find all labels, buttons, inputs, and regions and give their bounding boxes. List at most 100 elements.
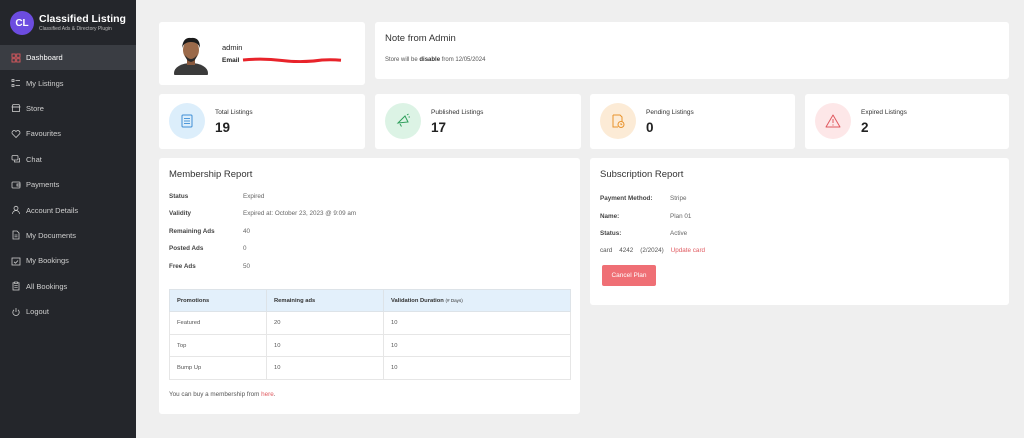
user-icon xyxy=(12,205,20,215)
dashboard-icon xyxy=(11,53,21,63)
megaphone-icon xyxy=(385,103,421,139)
table-cell: 10 xyxy=(266,356,384,381)
pending-clock-icon xyxy=(600,103,636,139)
chat-icon xyxy=(11,155,20,163)
detail-key: Free Ads xyxy=(169,263,196,270)
column-header-label: Validation Duration xyxy=(391,297,444,304)
subscription-key: Name: xyxy=(600,213,620,220)
heart-icon xyxy=(11,130,21,138)
note-text: Store will be disable from 12/05/2024 xyxy=(385,57,485,63)
stat-card-pending-listings[interactable]: Pending Listings 0 xyxy=(590,94,795,149)
stat-value: 2 xyxy=(861,120,869,135)
sidebar-item-label: Chat xyxy=(26,154,42,164)
stat-label: Pending Listings xyxy=(646,109,694,116)
stat-card-expired-listings[interactable]: Expired Listings 2 xyxy=(805,94,1009,149)
detail-key: Posted Ads xyxy=(169,245,204,252)
sidebar-item-payments[interactable]: Payments xyxy=(0,172,136,197)
clipboard-icon xyxy=(12,281,20,291)
list-icon xyxy=(11,79,20,87)
sidebar-item-label: My Documents xyxy=(26,230,77,240)
stat-value: 19 xyxy=(215,120,231,135)
redacted-email xyxy=(242,57,342,63)
table-cell: 10 xyxy=(383,356,571,381)
table-cell: Featured xyxy=(169,311,267,335)
profile-card: admin Email xyxy=(159,22,365,85)
stat-label: Expired Listings xyxy=(861,109,907,116)
table-cell: 10 xyxy=(266,333,384,358)
sidebar-item-logout[interactable]: Logout xyxy=(0,299,136,324)
calendar-check-icon xyxy=(11,257,21,266)
subscription-value: Plan 01 xyxy=(670,213,692,220)
stat-card-published-listings[interactable]: Published Listings 17 xyxy=(375,94,581,149)
table-cell: 10 xyxy=(383,311,571,335)
buy-membership-text: You can buy a membership from here. xyxy=(169,391,276,398)
detail-value: 50 xyxy=(243,263,251,270)
stat-card-total-listings[interactable]: Total Listings 19 xyxy=(159,94,365,149)
card-expiry: (2/2024) xyxy=(640,247,664,254)
subscription-value: Stripe xyxy=(670,195,687,202)
sidebar-item-dashboard[interactable]: Dashboard xyxy=(0,45,136,71)
buy-membership-link[interactable]: here xyxy=(261,391,274,398)
sidebar: CL Classified Listing Classified Ads & D… xyxy=(0,0,136,438)
card-label: card xyxy=(600,247,613,254)
stat-value: 17 xyxy=(431,120,447,135)
sidebar-item-label: Logout xyxy=(26,307,49,317)
sidebar-item-label: Store xyxy=(26,103,44,113)
cancel-plan-button[interactable]: Cancel Plan xyxy=(602,265,656,286)
sidebar-nav: Dashboard My Listings Store Favourites C… xyxy=(0,45,136,324)
profile-email-label: Email xyxy=(222,57,240,64)
sidebar-item-label: My Listings xyxy=(26,78,64,88)
avatar xyxy=(174,37,208,75)
note-title: Note from Admin xyxy=(385,33,456,44)
document-icon xyxy=(12,231,20,240)
detail-key: Status xyxy=(169,193,189,200)
stat-value: 0 xyxy=(646,120,654,135)
update-card-link[interactable]: Update card xyxy=(671,247,705,254)
brand-logo: CL xyxy=(10,11,34,35)
table-row: Top 10 10 xyxy=(169,333,571,358)
column-header-note: (# Days) xyxy=(445,297,463,303)
note-text-bold: disable xyxy=(419,57,441,63)
sidebar-item-label: Favourites xyxy=(26,129,62,139)
brand-title: Classified Listing xyxy=(39,13,126,26)
subscription-report-title: Subscription Report xyxy=(600,169,684,180)
warning-icon xyxy=(815,103,851,139)
sidebar-item-label: All Bookings xyxy=(26,281,68,291)
profile-name: admin xyxy=(222,43,243,52)
stat-label: Published Listings xyxy=(431,109,484,116)
column-header: Promotions xyxy=(169,289,267,312)
sidebar-item-chat[interactable]: Chat xyxy=(0,147,136,172)
membership-report-card: Membership Report Status Expired Validit… xyxy=(159,158,580,414)
brand[interactable]: CL Classified Listing Classified Ads & D… xyxy=(0,0,136,40)
subscription-value: Active xyxy=(670,230,688,237)
table-header-row: Promotions Remaining ads Validation Dura… xyxy=(169,289,571,312)
promotions-table: Promotions Remaining ads Validation Dura… xyxy=(169,289,571,381)
sidebar-item-my-bookings[interactable]: My Bookings xyxy=(0,248,136,273)
sidebar-item-my-listings[interactable]: My Listings xyxy=(0,70,136,95)
detail-key: Validity xyxy=(169,210,192,217)
sidebar-item-label: Dashboard xyxy=(26,53,63,63)
table-row: Bump Up 10 10 xyxy=(169,356,571,381)
sidebar-item-account-details[interactable]: Account Details xyxy=(0,197,136,222)
sidebar-item-label: My Bookings xyxy=(26,256,69,266)
stat-label: Total Listings xyxy=(215,109,253,116)
detail-value: Expired at: October 23, 2023 @ 9:09 am xyxy=(243,210,357,217)
sidebar-item-my-documents[interactable]: My Documents xyxy=(0,223,136,248)
subscription-key: Status: xyxy=(600,230,622,237)
buy-text-end: . xyxy=(273,391,276,398)
column-header: Validation Duration (# Days) xyxy=(383,289,571,312)
sidebar-item-store[interactable]: Store xyxy=(0,96,136,121)
document-list-icon xyxy=(169,103,205,139)
membership-report-title: Membership Report xyxy=(169,169,253,180)
table-row: Featured 20 10 xyxy=(169,311,571,335)
buy-text: You can buy a membership from xyxy=(169,391,262,398)
sidebar-item-label: Payments xyxy=(26,180,60,190)
detail-value: 40 xyxy=(243,228,251,235)
note-text-before: Store will be xyxy=(385,57,420,63)
table-cell: Top xyxy=(169,333,267,358)
brand-subtitle: Classified Ads & Directory Plugin xyxy=(39,25,112,32)
table-cell: 10 xyxy=(383,333,571,358)
detail-value: Expired xyxy=(243,193,265,200)
sidebar-item-all-bookings[interactable]: All Bookings xyxy=(0,274,136,299)
sidebar-item-favourites[interactable]: Favourites xyxy=(0,121,136,146)
